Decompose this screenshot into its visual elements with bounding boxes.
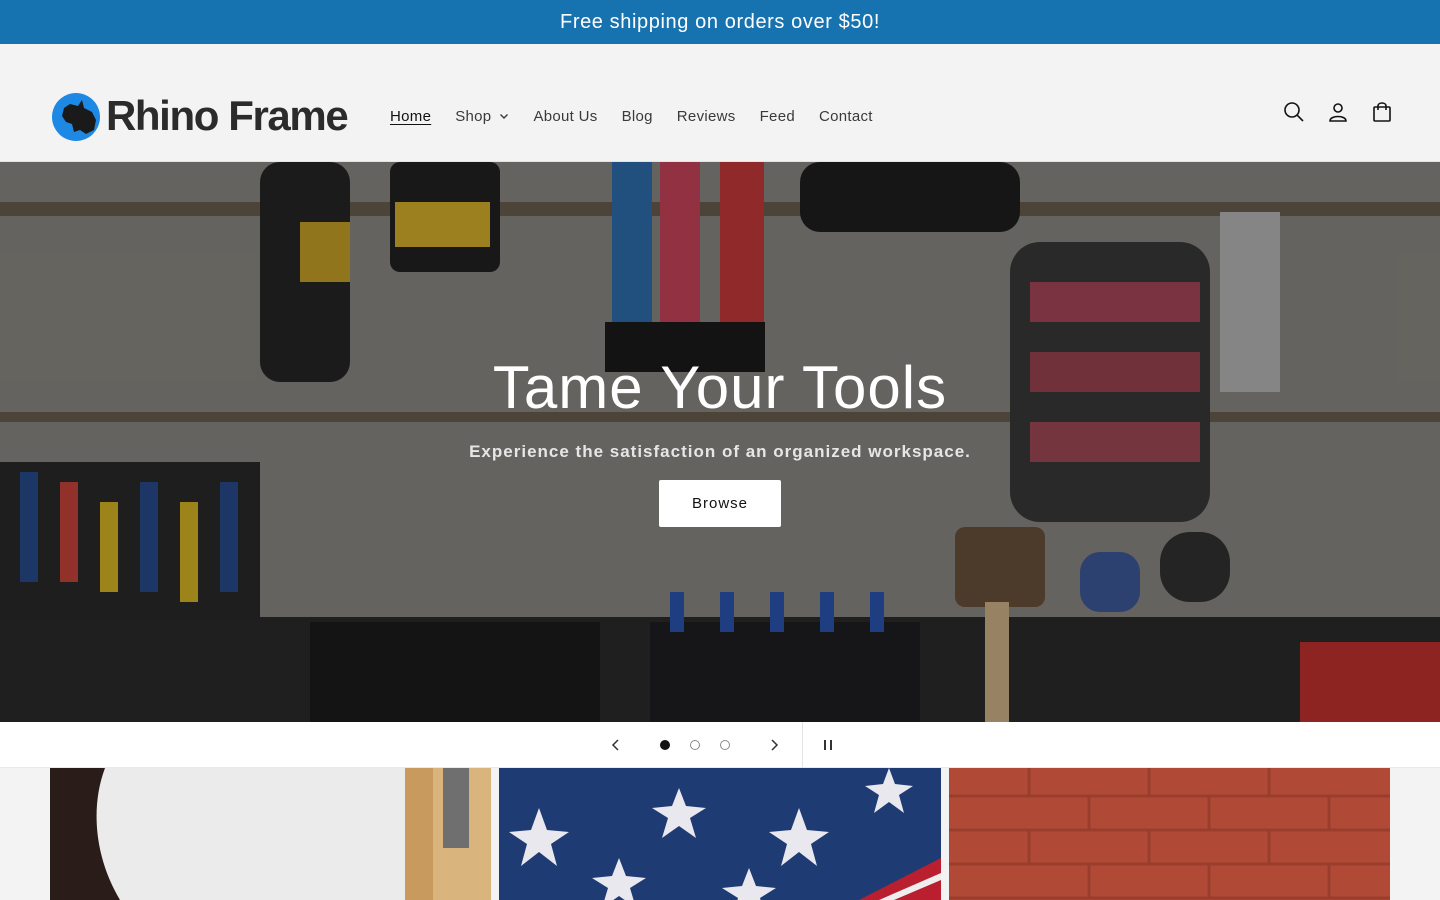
slide-dot-3[interactable] [715,722,735,768]
collection-tiles [0,768,1440,900]
controls-divider [802,722,803,768]
site-header: Rhino Frame Home Shop About Us Blog Revi… [0,44,1440,162]
hero-slideshow: Tame Your Tools Experience the satisfact… [0,162,1440,722]
pause-icon[interactable] [814,722,842,768]
nav-contact-label: Contact [818,107,873,125]
nav-about-label: About Us [533,107,598,125]
nav-contact[interactable]: Contact [807,108,885,125]
chevron-down-icon [500,114,509,119]
tile-american-flag[interactable] [499,768,941,900]
nav-blog-label: Blog [621,107,653,125]
nav-feed[interactable]: Feed [748,108,807,125]
tile-brick-wall[interactable] [949,768,1390,900]
hero-content: Tame Your Tools Experience the satisfact… [0,352,1440,527]
announcement-text: Free shipping on orders over $50! [560,10,880,33]
rhino-logo-icon [50,90,102,142]
browse-button[interactable]: Browse [659,480,781,527]
nav-reviews-label: Reviews [676,107,736,125]
header-actions [1282,100,1394,124]
nav-about-us[interactable]: About Us [521,108,609,125]
account-icon[interactable] [1326,100,1350,124]
chevron-right-icon[interactable] [760,722,788,768]
main-nav: Home Shop About Us Blog Reviews Feed Con… [378,102,885,130]
nav-feed-label: Feed [759,107,795,125]
slide-dot-1[interactable] [655,722,675,768]
hero-subtitle: Experience the satisfaction of an organi… [469,442,971,461]
nav-blog[interactable]: Blog [610,108,665,125]
brand-name: Rhino Frame [106,92,349,139]
nav-shop-label: Shop [455,107,492,125]
nav-home-label: Home [390,107,432,125]
chevron-left-icon[interactable] [602,722,630,768]
nav-shop[interactable]: Shop [443,108,521,125]
hero-title: Tame Your Tools [492,354,948,421]
search-icon[interactable] [1282,100,1306,124]
cart-icon[interactable] [1370,100,1394,124]
slide-dot-2[interactable] [685,722,705,768]
nav-reviews[interactable]: Reviews [665,108,748,125]
announcement-bar: Free shipping on orders over $50! [0,0,1440,44]
tile-white-wall[interactable] [50,768,491,900]
nav-home[interactable]: Home [378,108,443,125]
slider-controls [0,722,1440,768]
logo[interactable]: Rhino Frame [50,88,349,144]
